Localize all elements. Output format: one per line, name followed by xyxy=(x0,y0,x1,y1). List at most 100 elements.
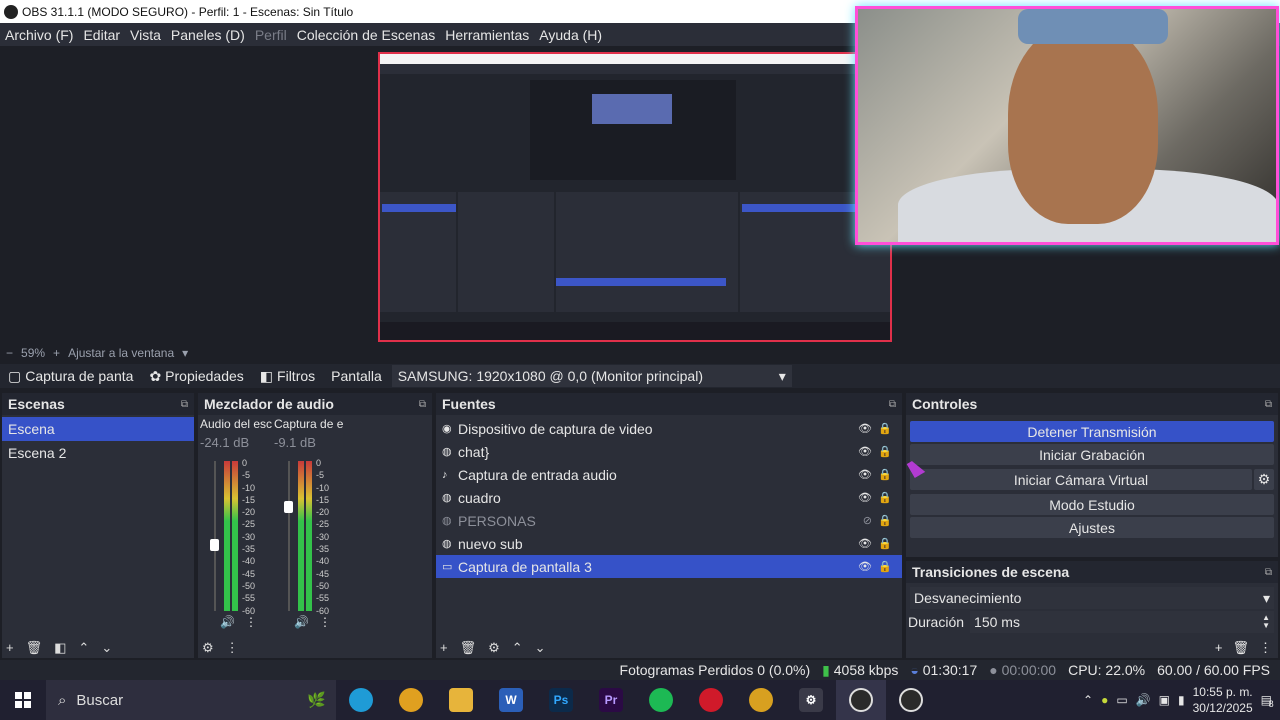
start-virtual-camera-button[interactable]: Iniciar Cámara Virtual xyxy=(910,469,1252,490)
webcam-preview[interactable] xyxy=(855,6,1279,245)
stop-streaming-button[interactable]: Detener Transmisión xyxy=(910,421,1274,442)
network-icon[interactable]: ▣ xyxy=(1159,693,1170,707)
kebab-menu-icon[interactable]: ⋮ xyxy=(319,615,331,629)
duration-spinbox[interactable]: 150 ms ▲ ▼ xyxy=(970,611,1274,633)
premiere-icon[interactable]: Pr xyxy=(586,680,636,720)
source-item[interactable]: ♪ Captura de entrada audio 👁 🔒 xyxy=(436,463,902,486)
chevron-down-icon[interactable]: ▾ xyxy=(182,346,188,360)
eye-icon[interactable]: 👁 xyxy=(858,560,872,573)
filters-button[interactable]: ◧ Filtros xyxy=(252,368,323,385)
screen-capture-preview[interactable] xyxy=(378,52,892,342)
edge-icon[interactable] xyxy=(336,680,386,720)
dock-float-icon[interactable]: ⧉ xyxy=(889,399,896,410)
lock-icon[interactable]: 🔒 xyxy=(878,491,892,504)
taskbar-search[interactable]: ⌕ Buscar 🌿 xyxy=(46,680,336,720)
volume-fader[interactable] xyxy=(210,539,219,551)
volume-fader[interactable] xyxy=(284,501,293,513)
menu-coleccion-escenas[interactable]: Colección de Escenas xyxy=(292,27,441,43)
source-item[interactable]: ◍ chat} 👁 🔒 xyxy=(436,440,902,463)
zoom-out-button[interactable]: − xyxy=(6,346,13,360)
transition-select[interactable]: Desvanecimiento ▾ xyxy=(910,587,1274,609)
dock-float-icon[interactable]: ⧉ xyxy=(181,399,188,410)
battery-icon[interactable]: ▭ xyxy=(1116,693,1127,707)
settings-icon[interactable]: ⚙ xyxy=(786,680,836,720)
studio-mode-button[interactable]: Modo Estudio xyxy=(910,494,1274,515)
word-icon[interactable]: W xyxy=(486,680,536,720)
source-item[interactable]: ▭ Captura de pantalla 3 👁 🔒 xyxy=(436,555,902,578)
obs-icon[interactable] xyxy=(836,680,886,720)
move-down-icon[interactable]: ⌄ xyxy=(535,640,546,656)
power-icon[interactable]: ▮ xyxy=(1178,693,1185,707)
kebab-menu-icon[interactable]: ⋮ xyxy=(1259,640,1272,656)
kebab-menu-icon[interactable]: ⋮ xyxy=(245,615,257,629)
move-up-icon[interactable]: ⌃ xyxy=(78,640,89,656)
eye-hidden-icon[interactable]: ⊘ xyxy=(863,514,872,527)
virtual-camera-settings-gear-icon[interactable]: ⚙ xyxy=(1254,469,1274,490)
properties-button[interactable]: ✿ Propiedades xyxy=(141,368,251,385)
lock-icon[interactable]: 🔒 xyxy=(878,445,892,458)
channel-name: Captura de e xyxy=(274,417,344,431)
start-recording-button[interactable]: Iniciar Grabación xyxy=(910,444,1274,465)
chrome-icon[interactable] xyxy=(736,680,786,720)
move-down-icon[interactable]: ⌄ xyxy=(101,640,112,656)
menu-ayuda[interactable]: Ayuda (H) xyxy=(534,27,607,43)
screen-select[interactable]: SAMSUNG: 1920x1080 @ 0,0 (Monitor princi… xyxy=(391,365,792,387)
start-button[interactable] xyxy=(0,680,46,720)
speaker-icon[interactable]: 🔊 xyxy=(220,615,235,629)
opera-icon[interactable] xyxy=(686,680,736,720)
menu-archivo[interactable]: Archivo (F) xyxy=(0,27,78,43)
menu-perfil[interactable]: Perfil xyxy=(250,27,292,43)
dock-float-icon[interactable]: ⧉ xyxy=(1265,567,1272,578)
mixer-title: Mezclador de audio xyxy=(204,396,334,412)
lock-icon[interactable]: 🔒 xyxy=(878,514,892,527)
menu-editar[interactable]: Editar xyxy=(78,27,125,43)
kebab-menu-icon[interactable]: ⋮ xyxy=(226,640,239,656)
sources-title: Fuentes xyxy=(442,396,496,412)
chrome-icon[interactable] xyxy=(386,680,436,720)
menu-paneles[interactable]: Paneles (D) xyxy=(166,27,250,43)
add-icon[interactable]: + xyxy=(1215,640,1223,656)
lock-icon[interactable]: 🔒 xyxy=(878,468,892,481)
gear-icon[interactable]: ⚙ xyxy=(488,640,500,656)
add-icon[interactable]: + xyxy=(6,640,14,656)
source-item[interactable]: ◉ Dispositivo de captura de video 👁 🔒 xyxy=(436,417,902,440)
source-item[interactable]: ◍ cuadro 👁 🔒 xyxy=(436,486,902,509)
trash-icon[interactable]: 🗑 xyxy=(26,640,43,656)
trash-icon[interactable]: 🗑 xyxy=(1232,640,1249,656)
eye-icon[interactable]: 👁 xyxy=(858,422,872,435)
lock-icon[interactable]: 🔒 xyxy=(878,422,892,435)
folder-icon[interactable] xyxy=(436,680,486,720)
scene-item[interactable]: Escena xyxy=(2,417,194,441)
spotify-icon[interactable] xyxy=(636,680,686,720)
chevron-up-icon[interactable]: ⌃ xyxy=(1083,693,1093,707)
trash-icon[interactable]: 🗑 xyxy=(460,640,477,656)
move-up-icon[interactable]: ⌃ xyxy=(512,640,523,656)
lock-icon[interactable]: 🔒 xyxy=(878,537,892,550)
lock-icon[interactable]: 🔒 xyxy=(878,560,892,573)
menu-herramientas[interactable]: Herramientas xyxy=(440,27,534,43)
photoshop-icon[interactable]: Ps xyxy=(536,680,586,720)
clock[interactable]: 10:55 p. m. 30/12/2025 xyxy=(1193,684,1253,716)
eye-icon[interactable]: 👁 xyxy=(858,537,872,550)
scene-item[interactable]: Escena 2 xyxy=(2,441,194,465)
dock-float-icon[interactable]: ⧉ xyxy=(419,399,426,410)
eye-icon[interactable]: 👁 xyxy=(858,468,872,481)
eye-icon[interactable]: 👁 xyxy=(858,491,872,504)
menu-vista[interactable]: Vista xyxy=(125,27,166,43)
eye-icon[interactable]: 👁 xyxy=(858,445,872,458)
speaker-icon[interactable]: 🔊 xyxy=(1136,693,1151,707)
filter-icon[interactable]: ◧ xyxy=(54,640,66,656)
dock-float-icon[interactable]: ⧉ xyxy=(1265,399,1272,410)
zoom-fit-label[interactable]: Ajustar a la ventana xyxy=(68,346,174,360)
tray-app-icon[interactable]: ● xyxy=(1101,693,1108,707)
add-icon[interactable]: + xyxy=(440,640,448,656)
zoom-in-button[interactable]: + xyxy=(53,346,60,360)
obs-icon[interactable] xyxy=(886,680,936,720)
notification-icon[interactable]: ▤ 8 xyxy=(1261,693,1274,709)
camera-icon: ◉ xyxy=(442,423,452,435)
speaker-icon[interactable]: 🔊 xyxy=(294,615,309,629)
source-item[interactable]: ◍ nuevo sub 👁 🔒 xyxy=(436,532,902,555)
mixer-settings-icon[interactable]: ⚙ xyxy=(202,640,214,656)
settings-button[interactable]: Ajustes xyxy=(910,517,1274,538)
source-item[interactable]: ◍ PERSONAS ⊘ 🔒 xyxy=(436,509,902,532)
